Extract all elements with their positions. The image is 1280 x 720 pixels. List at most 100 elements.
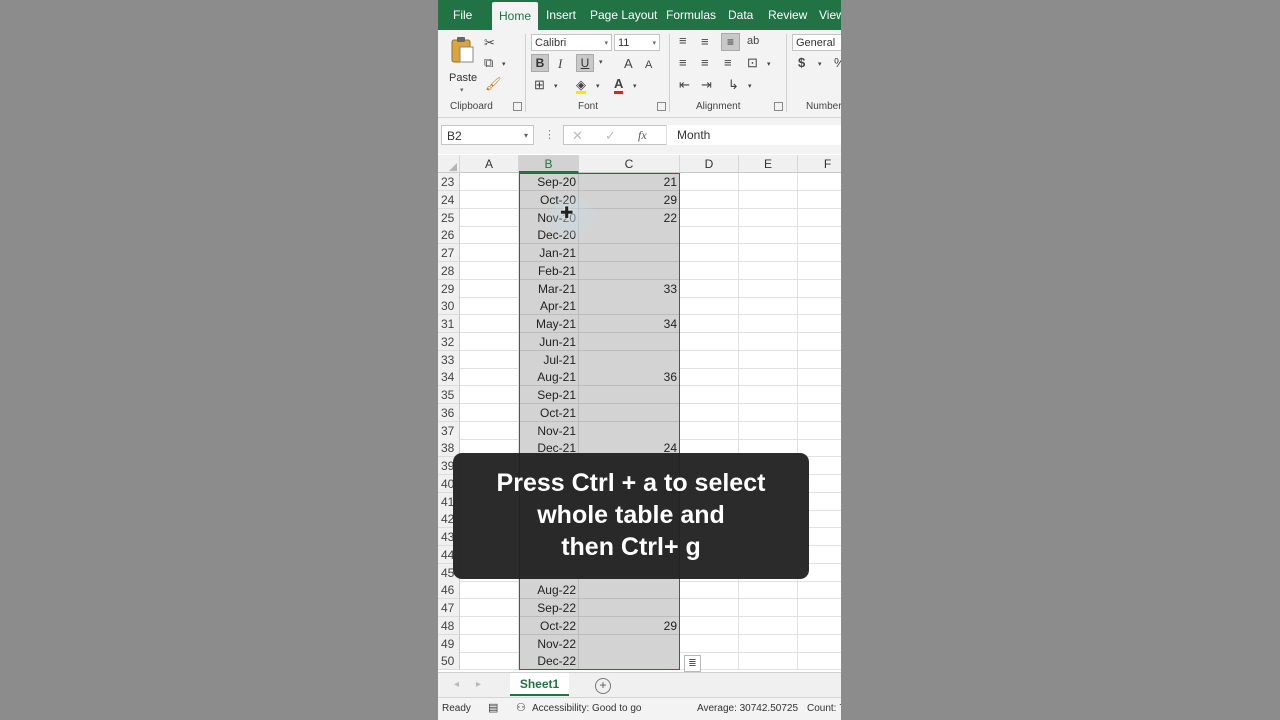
cell-c[interactable] <box>579 652 680 671</box>
merge-center-icon[interactable]: ⊡ <box>747 56 758 70</box>
cell-c[interactable] <box>579 581 680 600</box>
cell-c[interactable] <box>579 599 680 617</box>
cell-f[interactable] <box>798 280 841 298</box>
cell-a[interactable] <box>460 652 519 671</box>
cell-a[interactable] <box>460 421 519 440</box>
font-name-dropdown[interactable]: Calibri ▾ <box>531 34 612 51</box>
cell-d[interactable] <box>680 190 739 209</box>
alignment-launcher-icon[interactable] <box>774 102 783 111</box>
cell-e[interactable] <box>739 616 798 635</box>
cell-b[interactable]: Sep-21 <box>519 386 579 404</box>
cell-b[interactable]: May-21 <box>519 315 579 333</box>
cell-d[interactable] <box>680 332 739 351</box>
cell-e[interactable] <box>739 261 798 280</box>
number-format-dropdown[interactable]: General <box>792 34 841 51</box>
cell-c[interactable] <box>579 403 680 422</box>
formula-input[interactable]: Month <box>666 125 841 145</box>
increase-indent-icon[interactable]: ⇥ <box>701 78 712 92</box>
row-header[interactable]: 31 <box>438 315 460 333</box>
fill-color-caret-icon[interactable]: ▾ <box>596 80 600 94</box>
cell-d[interactable] <box>680 350 739 369</box>
cell-a[interactable] <box>460 403 519 422</box>
cell-a[interactable] <box>460 350 519 369</box>
cell-c[interactable] <box>579 350 680 369</box>
align-left-icon[interactable]: ≡ <box>679 56 687 70</box>
worksheet-grid[interactable]: A B C D E F 23Sep-202124Oct-202925Nov-20… <box>438 155 841 672</box>
merge-caret-icon[interactable]: ▾ <box>767 58 771 72</box>
cell-a[interactable] <box>460 599 519 617</box>
cell-a[interactable] <box>460 315 519 333</box>
copy-icon[interactable]: ⧉ <box>484 56 493 70</box>
cancel-icon[interactable]: ✕ <box>572 128 583 144</box>
cell-a[interactable] <box>460 616 519 635</box>
sheet-tab-sheet1[interactable]: Sheet1 <box>510 673 569 696</box>
cell-f[interactable] <box>798 652 841 671</box>
cell-d[interactable] <box>680 581 739 600</box>
cell-f[interactable] <box>798 333 841 351</box>
cell-d[interactable] <box>680 386 739 404</box>
cell-e[interactable] <box>739 634 798 653</box>
cell-b[interactable]: Jan-21 <box>519 244 579 262</box>
cell-f[interactable] <box>798 209 841 227</box>
cell-c[interactable] <box>579 386 680 404</box>
add-sheet-icon[interactable]: + <box>595 678 611 694</box>
cell-d[interactable] <box>680 599 739 617</box>
cell-a[interactable] <box>460 297 519 316</box>
cell-e[interactable] <box>739 279 798 298</box>
row-header[interactable]: 33 <box>438 350 460 369</box>
cell-e[interactable] <box>739 403 798 422</box>
cell-d[interactable] <box>680 226 739 245</box>
tab-home[interactable]: Home <box>492 2 539 30</box>
cell-e[interactable] <box>739 350 798 369</box>
cell-f[interactable] <box>798 351 841 369</box>
cell-f[interactable] <box>798 226 841 245</box>
insert-function-icon[interactable]: fx <box>638 128 647 143</box>
decrease-font-icon[interactable]: A <box>645 58 652 72</box>
cell-e[interactable] <box>739 315 798 333</box>
cell-f[interactable] <box>798 244 841 262</box>
cell-a[interactable] <box>460 332 519 351</box>
align-middle-icon[interactable]: ≡ <box>701 35 709 49</box>
cell-c[interactable]: 33 <box>579 279 680 298</box>
cell-b[interactable]: Apr-21 <box>519 297 579 316</box>
clipboard-launcher-icon[interactable] <box>513 102 522 111</box>
cell-d[interactable] <box>680 297 739 316</box>
cell-a[interactable] <box>460 190 519 209</box>
cell-b[interactable]: Aug-21 <box>519 368 579 387</box>
underline-caret-icon[interactable]: ▾ <box>599 56 603 70</box>
cell-c[interactable] <box>579 421 680 440</box>
more-options-icon[interactable]: ⋮ <box>544 128 555 141</box>
cell-e[interactable] <box>739 297 798 316</box>
underline-button[interactable]: U <box>576 54 594 72</box>
cell-d[interactable] <box>680 616 739 635</box>
cell-c[interactable] <box>579 297 680 316</box>
cell-f[interactable] <box>798 599 841 617</box>
cell-d[interactable] <box>680 208 739 227</box>
cell-f[interactable] <box>798 386 841 404</box>
cell-a[interactable] <box>460 386 519 404</box>
status-accessibility[interactable]: Accessibility: Good to go <box>532 703 642 714</box>
borders-icon[interactable]: ⊞ <box>534 78 545 92</box>
cell-c[interactable]: 29 <box>579 190 680 209</box>
enter-icon[interactable]: ✓ <box>605 128 616 144</box>
cell-f[interactable] <box>798 262 841 280</box>
quick-analysis-icon[interactable]: ≣ <box>684 655 701 672</box>
next-sheet-icon[interactable]: ▸ <box>476 679 481 690</box>
orientation-icon[interactable]: ab <box>747 34 759 48</box>
name-box[interactable]: B2 ▾ <box>441 125 534 145</box>
cell-a[interactable] <box>460 244 519 262</box>
format-painter-icon[interactable]: 🖌 <box>485 77 502 91</box>
tab-page-layout[interactable]: Page Layout <box>590 0 657 30</box>
currency-icon[interactable]: $ <box>798 56 805 70</box>
cell-c[interactable]: 29 <box>579 616 680 635</box>
borders-caret-icon[interactable]: ▾ <box>554 80 558 94</box>
cell-c[interactable]: 34 <box>579 315 680 333</box>
cell-b[interactable]: Nov-22 <box>519 634 579 653</box>
paste-button[interactable]: Paste ▾ <box>446 34 477 94</box>
row-header[interactable]: 25 <box>438 208 460 227</box>
column-header-a[interactable]: A <box>460 155 519 173</box>
cell-b[interactable]: Jun-21 <box>519 332 579 351</box>
cell-f[interactable] <box>798 422 841 440</box>
percent-icon[interactable]: % <box>834 56 841 70</box>
cell-a[interactable] <box>460 261 519 280</box>
